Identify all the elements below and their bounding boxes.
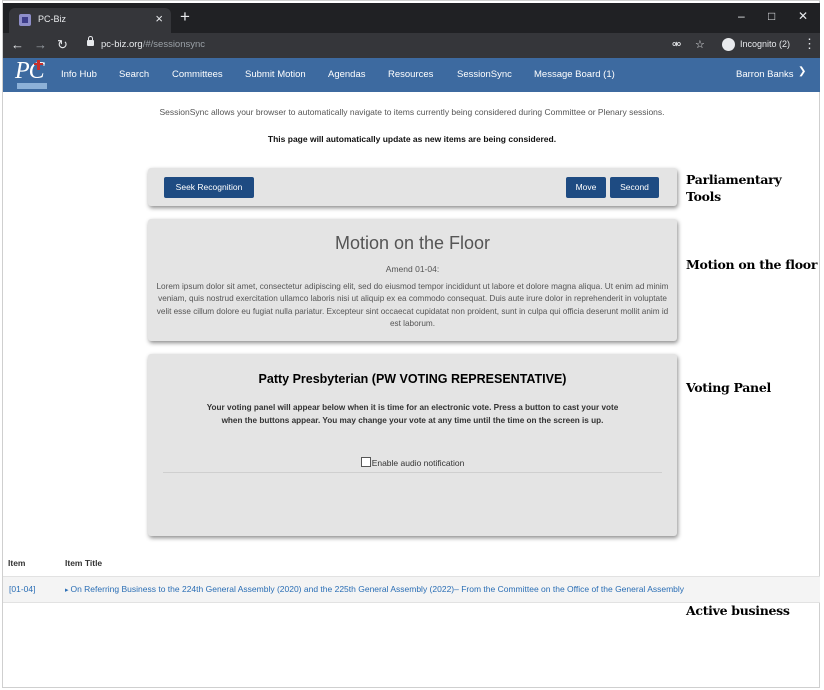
audio-notification-label[interactable]: Enable audio notification	[372, 458, 465, 468]
annotation-motion: Motion on the floor	[686, 257, 818, 272]
motion-amend: Amend 01-04:	[385, 264, 440, 274]
pcbiz-favicon-icon	[19, 14, 31, 26]
nav-info-hub[interactable]: Info Hub	[61, 69, 97, 80]
item-title-text[interactable]: On Referring Business to the 224th Gener…	[70, 584, 684, 594]
audio-notification-checkbox[interactable]	[360, 457, 371, 467]
nav-submit-motion[interactable]: Submit Motion	[245, 69, 306, 80]
second-button[interactable]: Second	[610, 177, 659, 198]
motion-body: Lorem ipsum dolor sit amet, consectetur …	[156, 282, 669, 328]
auto-update-notice: This page will automatically update as n…	[267, 134, 557, 144]
key-icon[interactable]: ⚮	[672, 38, 681, 52]
incognito-label[interactable]: Incognito (2)	[740, 39, 790, 49]
chevron-down-icon[interactable]: ❯	[798, 66, 806, 77]
maximize-icon[interactable]: □	[768, 9, 775, 23]
annotation-voting-panel: Voting Panel	[686, 380, 771, 395]
browser-tab[interactable]: PC-Biz ×	[9, 8, 171, 33]
audio-notification-option[interactable]: Enable audio notification	[148, 457, 677, 468]
sessionsync-intro: SessionSync allows your browser to autom…	[159, 107, 665, 117]
browser-tabstrip: PC-Biz × + – □ ✕	[3, 3, 820, 33]
nav-message-board[interactable]: Message Board (1)	[534, 69, 615, 80]
nav-sessionsync[interactable]: SessionSync	[457, 69, 512, 80]
nav-committees[interactable]: Committees	[172, 69, 223, 80]
url-path: /#/sessionsync	[142, 39, 206, 50]
voting-instructions: Your voting panel will appear below when…	[206, 403, 619, 425]
parliamentary-tools-panel: Seek Recognition Move Second	[148, 168, 677, 206]
voter-name: Patty Presbyterian (PW VOTING REPRESENTA…	[258, 372, 567, 386]
voting-divider	[163, 472, 662, 473]
reload-icon[interactable]: ↻	[57, 37, 68, 53]
annotation-active-business: Active business	[686, 603, 790, 618]
lock-icon[interactable]	[87, 36, 94, 46]
item-title-link[interactable]: ▸ On Referring Business to the 224th Gen…	[65, 584, 684, 594]
tab-title: PC-Biz	[38, 14, 67, 24]
annotation-parliamentary-tools: Parliamentary Tools	[686, 172, 782, 204]
new-tab-icon[interactable]: +	[180, 8, 190, 26]
star-icon[interactable]: ☆	[695, 38, 705, 52]
motion-title: Motion on the Floor	[334, 233, 491, 253]
nav-search[interactable]: Search	[119, 69, 149, 80]
column-header-item: Item	[8, 558, 26, 568]
close-tab-icon[interactable]: ×	[155, 11, 163, 26]
user-menu[interactable]: Barron Banks	[736, 69, 794, 80]
minimize-icon[interactable]: –	[738, 9, 745, 23]
browser-toolbar: ← → ↻ pc-biz.org/#/sessionsync ⚮ ☆ Incog…	[3, 33, 820, 58]
back-arrow-icon[interactable]: ←	[11, 37, 24, 53]
column-header-item-title: Item Title	[65, 558, 103, 568]
incognito-icon[interactable]	[722, 38, 735, 51]
forward-arrow-icon[interactable]: →	[34, 37, 47, 53]
menu-dots-icon[interactable]: ⋮	[803, 36, 816, 52]
pc-logo[interactable]: PC	[15, 58, 49, 90]
motion-panel: Motion on the Floor Amend 01-04: Lorem i…	[148, 219, 677, 341]
nav-agendas[interactable]: Agendas	[328, 69, 366, 80]
address-bar[interactable]: pc-biz.org/#/sessionsync	[101, 39, 205, 50]
nav-resources[interactable]: Resources	[388, 69, 433, 80]
item-id[interactable]: [01-04]	[9, 584, 35, 594]
seek-recognition-button[interactable]: Seek Recognition	[164, 177, 254, 198]
table-row[interactable]: [01-04] ▸ On Referring Business to the 2…	[3, 576, 820, 603]
close-window-icon[interactable]: ✕	[798, 9, 808, 23]
move-button[interactable]: Move	[566, 177, 606, 198]
url-host: pc-biz.org	[101, 39, 143, 50]
voting-panel: Patty Presbyterian (PW VOTING REPRESENTA…	[148, 354, 677, 536]
site-navbar: PC Info Hub Search Committees Submit Mot…	[3, 58, 820, 92]
